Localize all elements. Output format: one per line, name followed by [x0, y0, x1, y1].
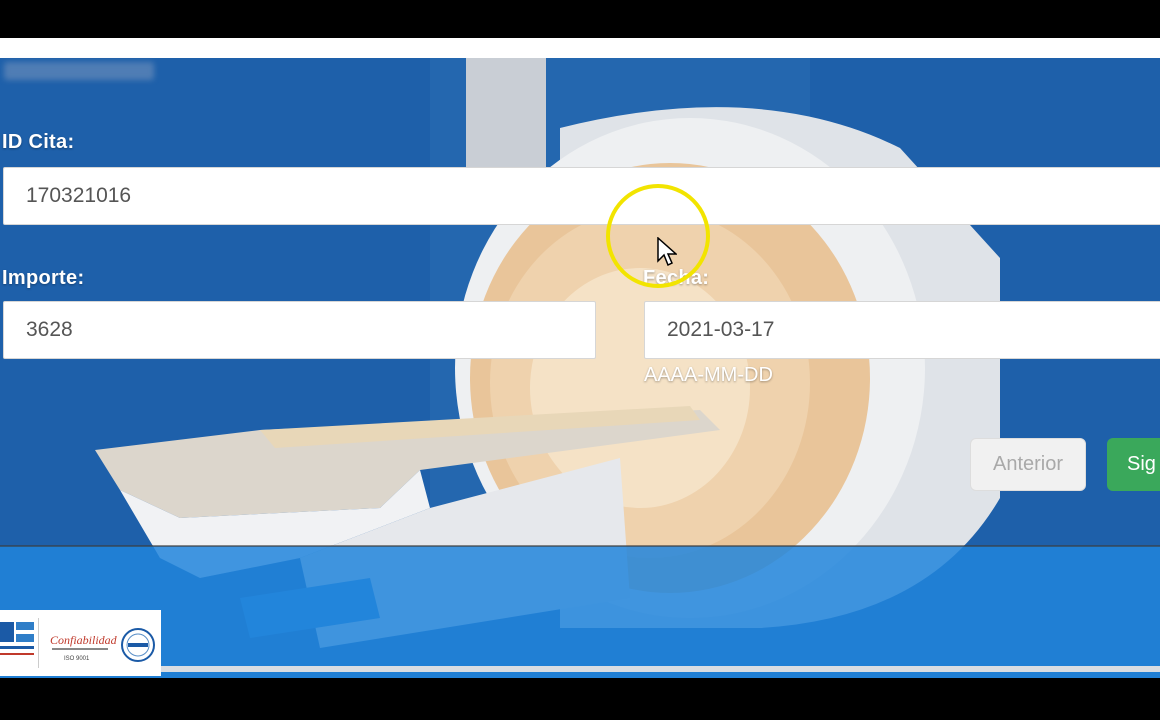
- cursor-highlight-ring: [606, 184, 710, 288]
- id-cita-label: ID Cita:: [2, 131, 75, 153]
- header-strip: [0, 38, 1160, 58]
- fecha-input[interactable]: [644, 301, 1160, 359]
- iso-label: ISO 9001: [64, 656, 90, 662]
- certification-logos: Confiabilidad ISO 9001: [0, 610, 161, 676]
- mouse-pointer-icon: [657, 237, 677, 267]
- blurred-header-text: [4, 62, 154, 80]
- importe-label: Importe:: [2, 267, 85, 289]
- section-divider: [0, 545, 1160, 547]
- certification-title: Confiabilidad: [50, 633, 118, 647]
- id-cita-input[interactable]: [3, 167, 1160, 225]
- appointment-form-page: ID Cita: Importe: Fecha: AAAA-MM-DD Ante…: [0, 38, 1160, 678]
- window-bottom-edge: [0, 666, 1160, 672]
- importe-input[interactable]: [3, 301, 596, 359]
- company-logo-icon: Confiabilidad ISO 9001: [0, 618, 155, 668]
- anterior-button[interactable]: Anterior: [970, 438, 1086, 491]
- siguiente-button[interactable]: Sig: [1107, 438, 1160, 491]
- video-frame: ID Cita: Importe: Fecha: AAAA-MM-DD Ante…: [0, 0, 1160, 720]
- fecha-format-hint: AAAA-MM-DD: [644, 364, 773, 386]
